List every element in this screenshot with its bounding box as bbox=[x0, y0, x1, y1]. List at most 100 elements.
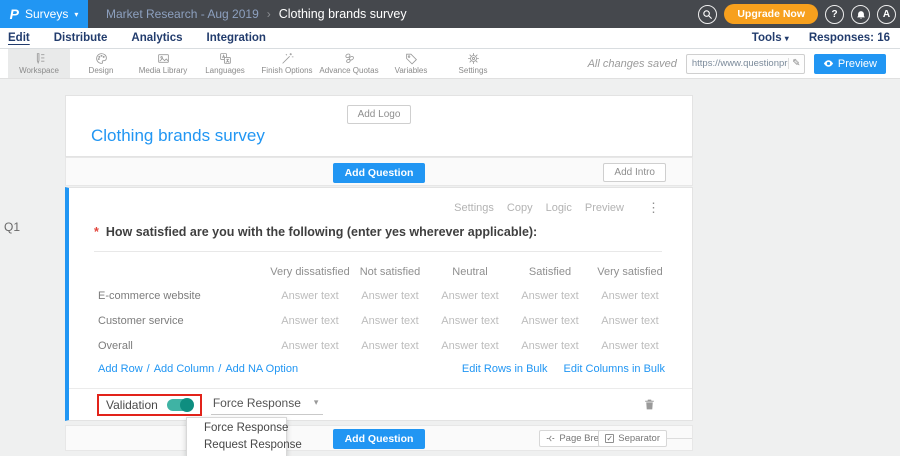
menu-item-request-response[interactable]: Request Response bbox=[187, 437, 286, 454]
table-row: Customer service Answer text Answer text… bbox=[98, 308, 692, 333]
tab-edit[interactable]: Edit bbox=[8, 32, 30, 44]
column-header[interactable]: Neutral bbox=[430, 266, 510, 278]
toolbar-label: Settings bbox=[459, 66, 488, 75]
answer-cell[interactable]: Answer text bbox=[590, 340, 670, 352]
survey-title[interactable]: Clothing brands survey bbox=[91, 126, 265, 146]
matrix-header-row: Very dissatisfied Not satisfied Neutral … bbox=[98, 260, 692, 283]
answer-cell[interactable]: Answer text bbox=[430, 340, 510, 352]
answer-cell[interactable]: Answer text bbox=[430, 290, 510, 302]
separator-toggle[interactable]: ✓ Separator bbox=[598, 430, 667, 447]
edit-columns-in-bulk-link[interactable]: Edit Columns in Bulk bbox=[564, 363, 666, 375]
question-text[interactable]: How satisfied are you with the following… bbox=[106, 225, 537, 239]
toolbar-label: Variables bbox=[395, 66, 428, 75]
answer-cell[interactable]: Answer text bbox=[510, 315, 590, 327]
add-column-link[interactable]: Add Column bbox=[154, 363, 215, 375]
row-label[interactable]: Overall bbox=[98, 340, 270, 352]
add-question-button-bottom[interactable]: Add Question bbox=[333, 429, 426, 449]
answer-cell[interactable]: Answer text bbox=[510, 290, 590, 302]
editor-toolbar: Workspace Design Media Library Languages… bbox=[0, 49, 900, 79]
add-na-option-link[interactable]: Add NA Option bbox=[225, 363, 298, 375]
breadcrumb-separator-icon: › bbox=[267, 7, 271, 21]
toolbar-item-advance-quotas[interactable]: Advance Quotas bbox=[318, 49, 380, 78]
answer-cell[interactable]: Answer text bbox=[510, 340, 590, 352]
toolbar-label: Advance Quotas bbox=[319, 66, 378, 75]
answer-cell[interactable]: Answer text bbox=[270, 290, 350, 302]
breadcrumb-current: Clothing brands survey bbox=[279, 7, 407, 21]
question-logic-button[interactable]: Logic bbox=[546, 202, 572, 214]
add-intro-button[interactable]: Add Intro bbox=[603, 163, 666, 182]
toolbar-label: Media Library bbox=[139, 66, 187, 75]
tools-menu[interactable]: Tools ▾ bbox=[752, 32, 789, 44]
notifications-button[interactable] bbox=[851, 5, 870, 24]
row-label[interactable]: E-commerce website bbox=[98, 290, 270, 302]
workspace-icon bbox=[33, 52, 46, 65]
add-question-button-top[interactable]: Add Question bbox=[333, 163, 426, 183]
toolbar-label: Languages bbox=[205, 66, 245, 75]
page-break-icon bbox=[546, 434, 555, 443]
edit-url-icon[interactable]: ✎ bbox=[788, 58, 804, 69]
more-options-icon[interactable]: ⋮ bbox=[647, 200, 660, 216]
column-header[interactable]: Not satisfied bbox=[350, 266, 430, 278]
breadcrumb-folder[interactable]: Market Research - Aug 2019 bbox=[106, 7, 259, 21]
tab-distribute[interactable]: Distribute bbox=[54, 32, 108, 44]
toggle-knob bbox=[180, 398, 194, 412]
avatar-letter: A bbox=[883, 9, 890, 20]
upgrade-now-button[interactable]: Upgrade Now bbox=[724, 4, 818, 24]
preview-label: Preview bbox=[838, 58, 877, 70]
chevron-down-icon: ▾ bbox=[74, 10, 78, 19]
gear-icon bbox=[467, 52, 480, 65]
search-icon bbox=[702, 9, 713, 20]
toolbar-item-variables[interactable]: Variables bbox=[380, 49, 442, 78]
responses-link[interactable]: Responses: 16 bbox=[809, 32, 890, 44]
toolbar-item-design[interactable]: Design bbox=[70, 49, 132, 78]
response-mode-dropdown[interactable]: Force Response ▾ bbox=[211, 395, 324, 415]
validation-label: Validation bbox=[106, 398, 158, 412]
add-logo-button[interactable]: Add Logo bbox=[347, 105, 412, 124]
question-preview-button[interactable]: Preview bbox=[585, 202, 624, 214]
answer-cell[interactable]: Answer text bbox=[270, 340, 350, 352]
toolbar-item-languages[interactable]: Languages bbox=[194, 49, 256, 78]
answer-cell[interactable]: Answer text bbox=[590, 290, 670, 302]
answer-cell[interactable]: Answer text bbox=[350, 315, 430, 327]
row-label[interactable]: Customer service bbox=[98, 315, 270, 327]
toolbar-item-workspace[interactable]: Workspace bbox=[8, 49, 70, 78]
column-header[interactable]: Very satisfied bbox=[590, 266, 670, 278]
menu-item-force-response[interactable]: Force Response bbox=[187, 420, 286, 437]
validation-toggle[interactable] bbox=[167, 399, 193, 411]
survey-url-field[interactable]: https://www.questionpro.com/t/APNrFZ ✎ bbox=[686, 54, 805, 74]
help-button[interactable]: ? bbox=[825, 5, 844, 24]
surveys-menu[interactable]: P Surveys ▾ bbox=[0, 0, 88, 28]
link-separator: / bbox=[218, 363, 221, 375]
eye-icon bbox=[823, 58, 834, 69]
edit-rows-in-bulk-link[interactable]: Edit Rows in Bulk bbox=[462, 363, 548, 375]
toolbar-item-media-library[interactable]: Media Library bbox=[132, 49, 194, 78]
question-copy-button[interactable]: Copy bbox=[507, 202, 533, 214]
toolbar-item-finish-options[interactable]: Finish Options bbox=[256, 49, 318, 78]
preview-button[interactable]: Preview bbox=[814, 54, 886, 74]
toolbar-right: All changes saved https://www.questionpr… bbox=[588, 49, 900, 78]
delete-question-icon[interactable] bbox=[643, 397, 656, 412]
survey-url-text: https://www.questionpro.com/t/APNrFZ bbox=[687, 58, 788, 69]
toolbar-label: Finish Options bbox=[261, 66, 312, 75]
column-header[interactable]: Satisfied bbox=[510, 266, 590, 278]
questionpro-logo: P bbox=[10, 6, 19, 22]
answer-cell[interactable]: Answer text bbox=[350, 290, 430, 302]
column-header[interactable]: Very dissatisfied bbox=[270, 266, 350, 278]
toolbar-label: Design bbox=[89, 66, 114, 75]
question-card: Settings Copy Logic Preview ⋮ *How satis… bbox=[65, 187, 693, 421]
avatar[interactable]: A bbox=[877, 5, 896, 24]
add-row-link[interactable]: Add Row bbox=[98, 363, 143, 375]
answer-cell[interactable]: Answer text bbox=[430, 315, 510, 327]
validation-row: Validation Force Response ▾ bbox=[69, 388, 692, 420]
search-button[interactable] bbox=[698, 5, 717, 24]
answer-cell[interactable]: Answer text bbox=[270, 315, 350, 327]
matrix-table: Very dissatisfied Not satisfied Neutral … bbox=[98, 260, 692, 358]
answer-cell[interactable]: Answer text bbox=[350, 340, 430, 352]
toolbar-item-settings[interactable]: Settings bbox=[442, 49, 504, 78]
bulk-links: Edit Rows in Bulk Edit Columns in Bulk bbox=[462, 363, 665, 375]
question-settings-button[interactable]: Settings bbox=[454, 202, 494, 214]
tab-integration[interactable]: Integration bbox=[207, 32, 266, 44]
tools-label: Tools bbox=[752, 32, 782, 44]
tab-analytics[interactable]: Analytics bbox=[131, 32, 182, 44]
answer-cell[interactable]: Answer text bbox=[590, 315, 670, 327]
